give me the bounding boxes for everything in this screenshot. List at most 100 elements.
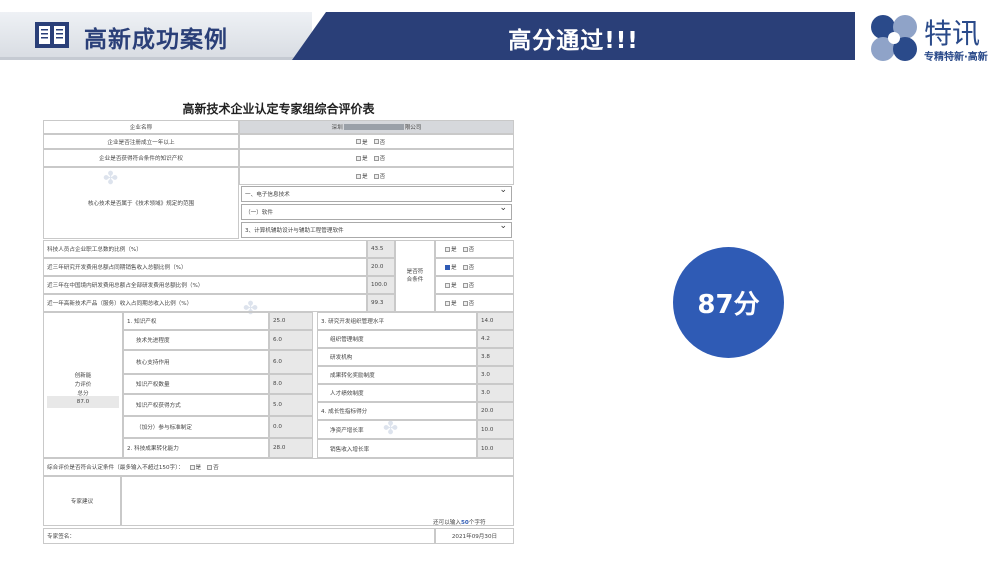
evaluation-form: 高新技术企业认定专家组综合评价表 ✤ ✤ ✤ 企业名称 深圳 限公司 企业是否注… xyxy=(43,98,514,548)
ratio-label-4: 近一年高新技术产品（服务）收入占同期总收入比例（%） xyxy=(43,294,367,312)
left-item-value-1: 25.0 xyxy=(269,312,313,330)
header-left-title: 高新成功案例 xyxy=(84,27,228,53)
right-item-label-1: 3. 研究开发组织管理水平 xyxy=(317,312,477,330)
right-item-label-5: 人才绩效制度 xyxy=(317,384,477,402)
ratio-label-3: 近三年在中国境内研发费用总额占全部研发费用总额比例（%） xyxy=(43,276,367,294)
left-item-label-3: 核心支持作用 xyxy=(123,350,269,374)
tech-field-select-3[interactable]: 3、计算机辅助设计与辅助工程管理软件 xyxy=(241,222,512,238)
right-item-value-1: 14.0 xyxy=(477,312,514,330)
reg-yes-checkbox[interactable] xyxy=(356,139,361,144)
char-count-suffix: 个字符 xyxy=(468,520,486,526)
reg-yes-label: 是 xyxy=(362,139,368,146)
ratio3-no-checkbox[interactable] xyxy=(462,282,468,288)
signature-date: 2021年09月30日 xyxy=(435,528,514,544)
right-item-value-5: 3.0 xyxy=(477,384,514,402)
right-item-label-4: 成果转化奖励制度 xyxy=(317,366,477,384)
ratio-options-1: 是否 xyxy=(435,240,514,258)
ratio2-yes-label: 是 xyxy=(451,265,457,271)
redacted-block xyxy=(343,124,404,130)
right-item-value-3: 3.8 xyxy=(477,348,514,366)
right-item-value-7: 10.0 xyxy=(477,420,514,439)
ratio-label-2: 近三年研究开发费用总额占同期销售收入总额比例（%） xyxy=(43,258,367,276)
right-item-label-2: 组织管理制度 xyxy=(317,330,477,348)
overall-yes-checkbox[interactable] xyxy=(189,464,195,470)
left-item-label-6: （加分）参与标准制定 xyxy=(123,416,269,438)
tech-no-checkbox[interactable] xyxy=(373,173,379,179)
ratio1-no-checkbox[interactable] xyxy=(462,246,468,252)
header-mid-banner: 高分通过!!! xyxy=(292,12,855,60)
ratio-label-1: 科技人员占企业职工总数的比例（%） xyxy=(43,240,367,258)
logo: 特讯 专精特新·高新 xyxy=(866,10,996,66)
reg-label: 企业是否注册成立一年以上 xyxy=(43,134,239,149)
ratio4-no-label: 否 xyxy=(468,301,475,307)
ratio4-no-checkbox[interactable] xyxy=(462,300,468,306)
tech-field-select-1[interactable]: 一、电子信息技术 xyxy=(241,186,512,202)
header-mid-title: 高分通过!!! xyxy=(508,28,639,54)
reg-no-checkbox[interactable] xyxy=(373,139,379,144)
ratio3-yes-checkbox[interactable] xyxy=(445,282,450,288)
tech-field-select-2[interactable]: （一）软件 xyxy=(241,204,512,220)
ip-yes-checkbox[interactable] xyxy=(356,155,361,161)
tech-field-label: 核心技术是否属于《技术领域》规定的范围 xyxy=(43,167,239,239)
overall-no-label: 否 xyxy=(213,465,219,471)
ip-no-checkbox[interactable] xyxy=(373,155,379,161)
ratio2-no-label: 否 xyxy=(468,265,475,271)
char-count: 还可以输入50个字符 xyxy=(433,518,486,526)
company-name-start: 深圳 xyxy=(331,125,343,131)
right-item-value-6: 20.0 xyxy=(477,402,514,420)
tech-no-label: 否 xyxy=(379,174,386,180)
ratio2-no-checkbox[interactable] xyxy=(462,264,468,270)
char-count-prefix: 还可以输入 xyxy=(433,520,461,526)
ratio-options-3: 是否 xyxy=(435,276,514,294)
ip-options: 是 否 xyxy=(239,149,514,167)
overall-yes-label: 是 xyxy=(195,465,202,471)
right-item-value-2: 4.2 xyxy=(477,330,514,348)
overall-no-checkbox[interactable] xyxy=(207,464,213,470)
ratio-value-2: 20.0 xyxy=(367,258,395,276)
overall-row: 综合评价是否符合认定条件（最多输入不超过150字）： 是 否 xyxy=(43,458,514,476)
left-item-label-5: 知识产权获得方式 xyxy=(123,394,269,416)
ratio4-yes-label: 是 xyxy=(451,301,457,307)
tech-yes-checkbox[interactable] xyxy=(356,173,361,179)
right-item-label-3: 研发机构 xyxy=(317,348,477,366)
tech-field-options: 是 否 xyxy=(239,167,514,185)
ratio-value-4: 99.3 xyxy=(367,294,395,312)
left-item-value-4: 8.0 xyxy=(269,374,313,394)
innovation-label: 创新能力评价总分 xyxy=(43,312,123,458)
left-item-value-7: 28.0 xyxy=(269,438,313,458)
innovation-total: 87.0 xyxy=(47,396,119,408)
tech-yes-label: 是 xyxy=(362,174,368,180)
char-count-value: 50 xyxy=(460,520,469,526)
right-item-value-8: 10.0 xyxy=(477,439,514,458)
score-badge: 87分 xyxy=(673,247,784,358)
left-item-value-5: 5.0 xyxy=(269,394,313,416)
clover-logo-icon xyxy=(871,15,917,61)
form-title: 高新技术企业认定专家组综合评价表 xyxy=(182,102,375,116)
ratio1-yes-label: 是 xyxy=(451,247,457,253)
ratio1-yes-checkbox[interactable] xyxy=(445,246,450,252)
right-item-label-6: 4. 成长性指标得分 xyxy=(317,402,477,420)
signature-label: 专家签名： xyxy=(43,528,435,544)
overall-label: 综合评价是否符合认定条件（最多输入不超过150字）： xyxy=(47,465,184,471)
left-item-label-7: 2. 科技成果转化能力 xyxy=(123,438,269,458)
ratio2-yes-checkbox[interactable] xyxy=(445,264,450,270)
ratio-options-4: 是否 xyxy=(435,294,514,312)
left-item-label-2: 技术先进程度 xyxy=(123,330,269,350)
ratio4-yes-checkbox[interactable] xyxy=(445,300,450,306)
left-item-value-2: 6.0 xyxy=(269,330,313,350)
company-name-end: 限公司 xyxy=(404,125,422,131)
header-left-banner: 高新成功案例 xyxy=(0,12,312,60)
book-icon xyxy=(35,22,69,48)
ratio-options-2: 是否 xyxy=(435,258,514,276)
ip-label: 企业是否获得符合条件的知识产权 xyxy=(43,149,239,167)
left-item-label-1: 1. 知识产权 xyxy=(123,312,269,330)
ratio1-no-label: 否 xyxy=(468,247,475,253)
left-item-value-6: 0.0 xyxy=(269,416,313,438)
ratio-value-3: 100.0 xyxy=(367,276,395,294)
company-value: 深圳 限公司 xyxy=(239,120,514,134)
ratio-side-label: 是否符合条件 xyxy=(395,240,435,312)
reg-no-label: 否 xyxy=(379,139,386,146)
company-label: 企业名称 xyxy=(43,120,239,134)
logo-name: 特讯 xyxy=(924,17,981,50)
right-item-label-8: 销售收入增长率 xyxy=(317,439,477,458)
